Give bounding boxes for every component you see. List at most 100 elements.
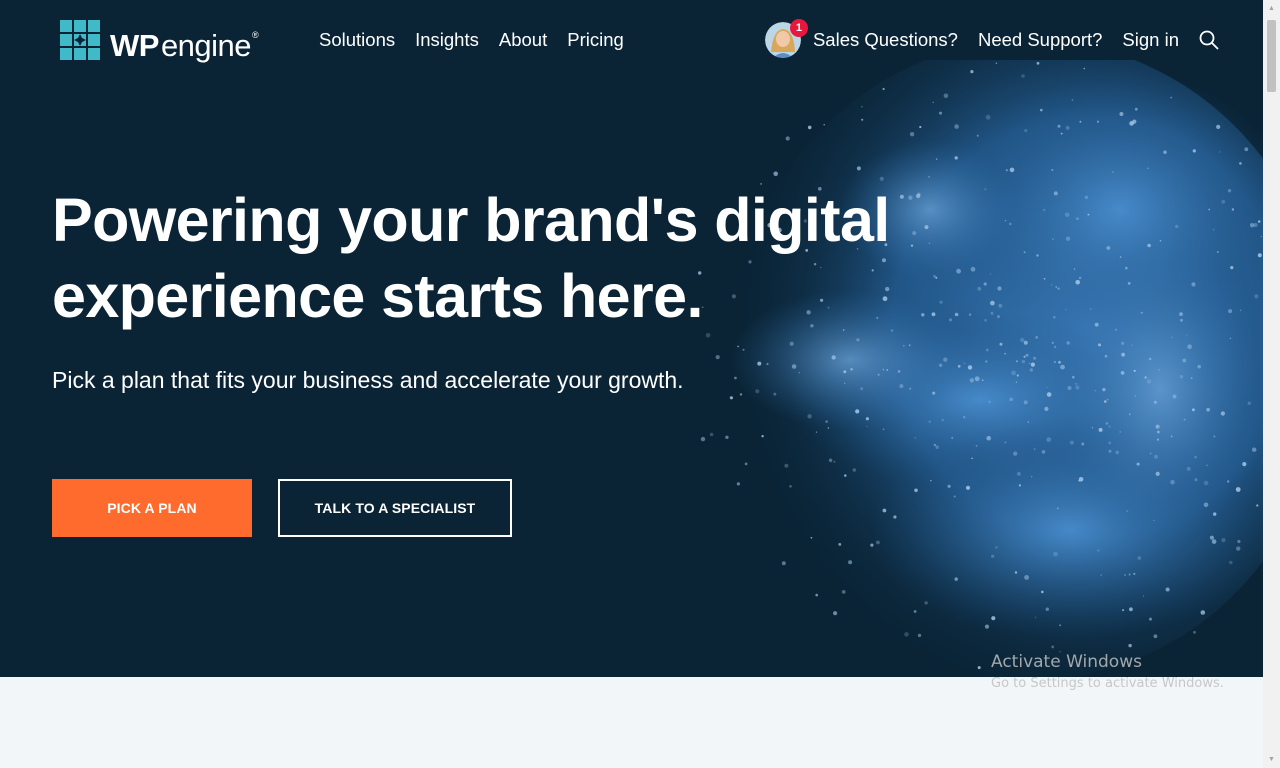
powder-speck	[810, 536, 813, 539]
logo-registered-mark: ®	[252, 29, 259, 40]
powder-speck	[930, 480, 932, 482]
powder-speck	[1211, 539, 1217, 544]
powder-speck	[1221, 538, 1226, 543]
powder-speck	[789, 485, 792, 488]
wpengine-logo[interactable]: WPengine®	[60, 20, 259, 63]
notification-badge: 1	[789, 19, 808, 37]
logo-engine: engine	[160, 27, 252, 63]
powder-speck	[1170, 435, 1173, 438]
powder-speck	[1203, 480, 1209, 486]
vertical-scrollbar[interactable]: ▲ ▼	[1263, 0, 1280, 768]
need-support-link[interactable]: Need Support?	[978, 29, 1102, 51]
hero-subhead: Pick a plan that fits your business and …	[52, 367, 684, 393]
powder-speck	[1247, 401, 1251, 405]
powder-speck	[856, 338, 860, 342]
page: WPengine® Solutions Insights About Prici…	[0, 0, 1280, 768]
powder-speck	[1180, 318, 1183, 322]
powder-speck	[1108, 449, 1112, 453]
nav-pricing[interactable]: Pricing	[567, 29, 624, 51]
powder-speck	[954, 156, 958, 160]
powder-speck	[784, 463, 789, 468]
sign-in-link[interactable]: Sign in	[1122, 29, 1179, 51]
powder-speck	[1016, 360, 1018, 363]
powder-speck	[1129, 413, 1131, 416]
powder-speck	[1115, 450, 1119, 455]
talk-to-specialist-button[interactable]: TALK TO A SPECIALIST	[278, 479, 512, 537]
windows-activation-watermark: Activate Windows Go to Settings to activ…	[991, 651, 1224, 695]
search-icon[interactable]	[1198, 29, 1220, 51]
powder-speck	[1053, 361, 1056, 363]
powder-speck	[1105, 422, 1109, 425]
powder-speck	[914, 437, 916, 439]
powder-speck	[1034, 616, 1037, 619]
powder-speck	[1153, 634, 1158, 639]
scrollbar-thumb[interactable]	[1267, 20, 1276, 92]
powder-speck	[1112, 171, 1114, 174]
powder-speck	[1056, 507, 1059, 510]
powder-speck	[876, 540, 880, 545]
powder-speck	[861, 105, 863, 108]
powder-speck	[999, 342, 1003, 346]
powder-speck	[1129, 607, 1133, 612]
powder-speck	[1065, 126, 1070, 130]
chat-agent-avatar[interactable]: 1	[764, 19, 808, 58]
powder-speck	[831, 355, 836, 360]
powder-speck	[1058, 360, 1061, 364]
powder-speck	[1051, 341, 1054, 344]
powder-speck	[970, 266, 976, 272]
powder-speck	[1126, 510, 1129, 513]
powder-speck	[1060, 364, 1065, 370]
powder-speck	[1200, 610, 1206, 615]
powder-speck	[1237, 539, 1241, 544]
powder-speck	[1029, 368, 1033, 372]
powder-speck	[985, 348, 989, 352]
powder-speck	[861, 118, 864, 121]
powder-speck	[1064, 212, 1070, 218]
powder-speck	[935, 445, 939, 449]
powder-speck	[781, 561, 786, 566]
powder-speck	[798, 371, 801, 374]
powder-speck	[843, 370, 847, 374]
powder-speck	[825, 420, 828, 423]
powder-speck	[1066, 341, 1070, 345]
nav-solutions[interactable]: Solutions	[319, 29, 395, 51]
powder-speck	[977, 287, 982, 291]
scroll-down-arrow-icon[interactable]: ▼	[1263, 751, 1280, 768]
powder-speck	[917, 633, 922, 638]
powder-speck	[971, 457, 973, 460]
powder-speck	[1035, 336, 1039, 339]
powder-speck	[975, 445, 978, 447]
powder-speck	[897, 370, 901, 373]
powder-speck	[1119, 431, 1121, 433]
powder-speck	[908, 344, 911, 347]
powder-speck	[932, 391, 936, 395]
powder-speck	[974, 376, 980, 382]
powder-speck	[919, 125, 922, 129]
powder-speck	[1091, 426, 1094, 429]
powder-speck	[1087, 213, 1090, 216]
powder-speck	[1170, 96, 1173, 99]
powder-speck	[1043, 277, 1046, 280]
nav-insights[interactable]: Insights	[415, 29, 479, 51]
powder-speck	[914, 488, 918, 493]
powder-speck	[1227, 480, 1230, 483]
nav-about[interactable]: About	[499, 29, 547, 51]
powder-speck	[1153, 519, 1155, 521]
scroll-up-arrow-icon[interactable]: ▲	[1263, 0, 1280, 17]
powder-speck	[877, 373, 880, 376]
sales-questions-link[interactable]: Sales Questions?	[813, 29, 958, 51]
powder-speck	[903, 345, 905, 347]
powder-speck	[1148, 357, 1152, 361]
powder-speck	[1185, 334, 1188, 336]
powder-speck	[1192, 149, 1196, 153]
powder-speck	[841, 590, 846, 594]
pick-a-plan-button[interactable]: PICK A PLAN	[52, 479, 252, 537]
powder-speck	[1069, 440, 1074, 445]
powder-speck	[766, 362, 769, 366]
powder-speck	[1021, 74, 1025, 78]
powder-speck	[1140, 311, 1143, 314]
powder-speck	[1134, 107, 1138, 111]
powder-speck	[807, 125, 812, 130]
powder-speck	[1206, 464, 1208, 466]
powder-speck	[1183, 418, 1186, 421]
